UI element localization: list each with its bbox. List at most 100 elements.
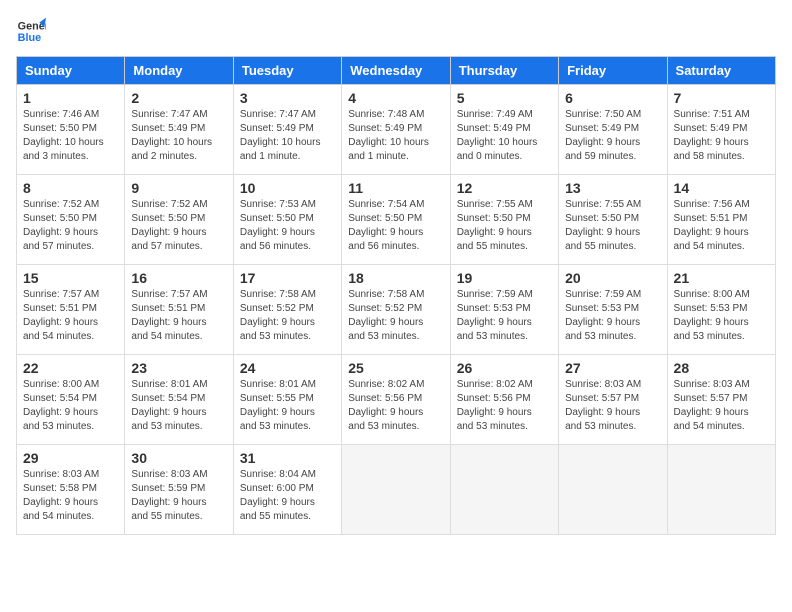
- day-number: 27: [565, 360, 660, 376]
- day-info: Sunrise: 7:47 AMSunset: 5:49 PMDaylight:…: [240, 108, 335, 164]
- day-info: Sunrise: 8:02 AMSunset: 5:56 PMDaylight:…: [457, 378, 552, 434]
- day-number: 18: [348, 270, 443, 286]
- day-info: Sunrise: 7:55 AMSunset: 5:50 PMDaylight:…: [565, 198, 660, 254]
- day-info: Sunrise: 7:55 AMSunset: 5:50 PMDaylight:…: [457, 198, 552, 254]
- day-info: Sunrise: 7:54 AMSunset: 5:50 PMDaylight:…: [348, 198, 443, 254]
- day-info: Sunrise: 7:47 AMSunset: 5:49 PMDaylight:…: [131, 108, 226, 164]
- empty-cell: [450, 445, 558, 535]
- day-number: 6: [565, 90, 660, 106]
- day-number: 16: [131, 270, 226, 286]
- day-cell-17: 17 Sunrise: 7:58 AMSunset: 5:52 PMDayligh…: [233, 265, 341, 355]
- day-info: Sunrise: 7:59 AMSunset: 5:53 PMDaylight:…: [565, 288, 660, 344]
- day-number: 17: [240, 270, 335, 286]
- day-number: 20: [565, 270, 660, 286]
- day-number: 12: [457, 180, 552, 196]
- day-cell-18: 18 Sunrise: 7:58 AMSunset: 5:52 PMDayligh…: [342, 265, 450, 355]
- day-info: Sunrise: 7:53 AMSunset: 5:50 PMDaylight:…: [240, 198, 335, 254]
- logo-icon: General Blue: [16, 16, 46, 46]
- calendar-table: SundayMondayTuesdayWednesdayThursdayFrid…: [16, 56, 776, 535]
- day-cell-29: 29 Sunrise: 8:03 AMSunset: 5:58 PMDayligh…: [17, 445, 125, 535]
- day-number: 3: [240, 90, 335, 106]
- day-cell-15: 15Sunrise: 7:57 AMSunset: 5:51 PMDayligh…: [17, 265, 125, 355]
- day-number: 2: [131, 90, 226, 106]
- logo: General Blue: [16, 16, 46, 46]
- day-info: Sunrise: 7:56 AMSunset: 5:51 PMDaylight:…: [674, 198, 769, 254]
- day-cell-8: 8 Sunrise: 7:52 AMSunset: 5:50 PMDaylight…: [17, 175, 125, 265]
- day-cell-20: 20 Sunrise: 7:59 AMSunset: 5:53 PMDayligh…: [559, 265, 667, 355]
- day-info: Sunrise: 8:00 AMSunset: 5:54 PMDaylight:…: [23, 378, 118, 434]
- day-cell-7: 7 Sunrise: 7:51 AMSunset: 5:49 PMDaylight…: [667, 85, 775, 175]
- day-cell-23: 23 Sunrise: 8:01 AMSunset: 5:54 PMDayligh…: [125, 355, 233, 445]
- day-number: 8: [23, 180, 118, 196]
- calendar-week-1: 1Sunrise: 7:46 AMSunset: 5:50 PMDaylight…: [17, 85, 776, 175]
- day-info: Sunrise: 8:01 AMSunset: 5:55 PMDaylight:…: [240, 378, 335, 434]
- day-cell-31: 31Sunrise: 8:04 AMSunset: 6:00 PMDayligh…: [233, 445, 341, 535]
- empty-cell: [667, 445, 775, 535]
- day-cell-19: 19 Sunrise: 7:59 AMSunset: 5:53 PMDayligh…: [450, 265, 558, 355]
- day-info: Sunrise: 7:58 AMSunset: 5:52 PMDaylight:…: [240, 288, 335, 344]
- day-cell-24: 24 Sunrise: 8:01 AMSunset: 5:55 PMDayligh…: [233, 355, 341, 445]
- day-number: 21: [674, 270, 769, 286]
- day-cell-1: 1Sunrise: 7:46 AMSunset: 5:50 PMDaylight…: [17, 85, 125, 175]
- day-info: Sunrise: 7:52 AMSunset: 5:50 PMDaylight:…: [23, 198, 118, 254]
- day-cell-6: 6 Sunrise: 7:50 AMSunset: 5:49 PMDaylight…: [559, 85, 667, 175]
- column-header-saturday: Saturday: [667, 57, 775, 85]
- day-number: 25: [348, 360, 443, 376]
- day-cell-25: 25 Sunrise: 8:02 AMSunset: 5:56 PMDayligh…: [342, 355, 450, 445]
- empty-cell: [559, 445, 667, 535]
- day-number: 1: [23, 90, 118, 106]
- day-info: Sunrise: 8:01 AMSunset: 5:54 PMDaylight:…: [131, 378, 226, 434]
- day-cell-10: 10 Sunrise: 7:53 AMSunset: 5:50 PMDayligh…: [233, 175, 341, 265]
- day-info: Sunrise: 7:50 AMSunset: 5:49 PMDaylight:…: [565, 108, 660, 164]
- day-number: 19: [457, 270, 552, 286]
- day-cell-11: 11Sunrise: 7:54 AMSunset: 5:50 PMDayligh…: [342, 175, 450, 265]
- day-number: 10: [240, 180, 335, 196]
- day-info: Sunrise: 7:58 AMSunset: 5:52 PMDaylight:…: [348, 288, 443, 344]
- day-cell-14: 14 Sunrise: 7:56 AMSunset: 5:51 PMDayligh…: [667, 175, 775, 265]
- day-cell-2: 2 Sunrise: 7:47 AMSunset: 5:49 PMDaylight…: [125, 85, 233, 175]
- day-number: 9: [131, 180, 226, 196]
- day-cell-12: 12 Sunrise: 7:55 AMSunset: 5:50 PMDayligh…: [450, 175, 558, 265]
- calendar-week-5: 29 Sunrise: 8:03 AMSunset: 5:58 PMDayligh…: [17, 445, 776, 535]
- column-header-friday: Friday: [559, 57, 667, 85]
- calendar-week-2: 8 Sunrise: 7:52 AMSunset: 5:50 PMDaylight…: [17, 175, 776, 265]
- day-info: Sunrise: 7:48 AMSunset: 5:49 PMDaylight:…: [348, 108, 443, 164]
- day-number: 7: [674, 90, 769, 106]
- day-info: Sunrise: 8:03 AMSunset: 5:58 PMDaylight:…: [23, 468, 118, 524]
- day-cell-27: 27 Sunrise: 8:03 AMSunset: 5:57 PMDayligh…: [559, 355, 667, 445]
- day-cell-4: 4Sunrise: 7:48 AMSunset: 5:49 PMDaylight…: [342, 85, 450, 175]
- column-header-monday: Monday: [125, 57, 233, 85]
- day-number: 5: [457, 90, 552, 106]
- day-number: 14: [674, 180, 769, 196]
- day-info: Sunrise: 8:03 AMSunset: 5:59 PMDaylight:…: [131, 468, 226, 524]
- day-info: Sunrise: 8:03 AMSunset: 5:57 PMDaylight:…: [674, 378, 769, 434]
- column-header-tuesday: Tuesday: [233, 57, 341, 85]
- day-info: Sunrise: 8:00 AMSunset: 5:53 PMDaylight:…: [674, 288, 769, 344]
- day-cell-3: 3 Sunrise: 7:47 AMSunset: 5:49 PMDaylight…: [233, 85, 341, 175]
- day-info: Sunrise: 7:57 AMSunset: 5:51 PMDaylight:…: [131, 288, 226, 344]
- day-cell-5: 5 Sunrise: 7:49 AMSunset: 5:49 PMDaylight…: [450, 85, 558, 175]
- day-number: 15: [23, 270, 118, 286]
- day-cell-30: 30Sunrise: 8:03 AMSunset: 5:59 PMDayligh…: [125, 445, 233, 535]
- day-info: Sunrise: 7:51 AMSunset: 5:49 PMDaylight:…: [674, 108, 769, 164]
- day-info: Sunrise: 8:04 AMSunset: 6:00 PMDaylight:…: [240, 468, 335, 524]
- day-number: 26: [457, 360, 552, 376]
- day-info: Sunrise: 8:03 AMSunset: 5:57 PMDaylight:…: [565, 378, 660, 434]
- day-number: 24: [240, 360, 335, 376]
- day-info: Sunrise: 7:49 AMSunset: 5:49 PMDaylight:…: [457, 108, 552, 164]
- day-cell-21: 21 Sunrise: 8:00 AMSunset: 5:53 PMDayligh…: [667, 265, 775, 355]
- column-header-sunday: Sunday: [17, 57, 125, 85]
- day-number: 23: [131, 360, 226, 376]
- empty-cell: [342, 445, 450, 535]
- day-cell-9: 9 Sunrise: 7:52 AMSunset: 5:50 PMDaylight…: [125, 175, 233, 265]
- day-cell-22: 22 Sunrise: 8:00 AMSunset: 5:54 PMDayligh…: [17, 355, 125, 445]
- day-number: 29: [23, 450, 118, 466]
- day-number: 28: [674, 360, 769, 376]
- column-header-thursday: Thursday: [450, 57, 558, 85]
- day-cell-16: 16 Sunrise: 7:57 AMSunset: 5:51 PMDayligh…: [125, 265, 233, 355]
- day-info: Sunrise: 7:52 AMSunset: 5:50 PMDaylight:…: [131, 198, 226, 254]
- day-info: Sunrise: 7:59 AMSunset: 5:53 PMDaylight:…: [457, 288, 552, 344]
- day-number: 22: [23, 360, 118, 376]
- column-header-wednesday: Wednesday: [342, 57, 450, 85]
- day-info: Sunrise: 8:02 AMSunset: 5:56 PMDaylight:…: [348, 378, 443, 434]
